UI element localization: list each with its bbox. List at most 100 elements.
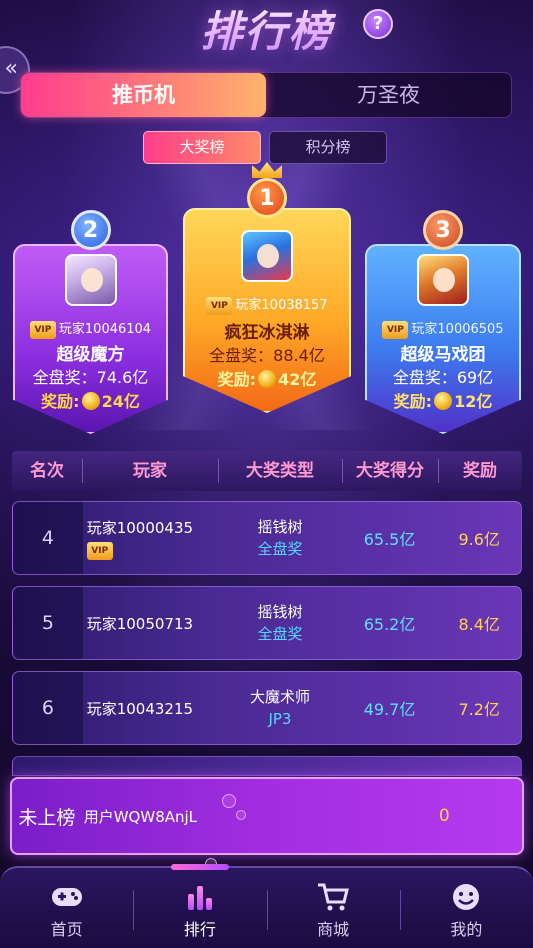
reward-text: 奖励: 24亿 (13, 388, 168, 413)
nav-home-label: 首页 (50, 920, 83, 939)
row-type-sub: 全盘奖 (257, 625, 303, 643)
rank-badge: 3 (423, 210, 463, 250)
reward-label: 奖励: (41, 392, 80, 411)
player-name: VIP 玩家10038157 (183, 294, 351, 315)
nav-profile[interactable]: 我的 (399, 868, 533, 948)
reward-label: 奖励: (393, 392, 433, 411)
my-user-name: 用户WQW8AnjL (83, 807, 198, 826)
player-name: VIP 玩家10006505 (365, 318, 521, 339)
game-tabs: 推币机 万圣夜 (20, 72, 512, 118)
tab-jackpot-board[interactable]: 大奖榜 (143, 131, 261, 164)
prize-text: 全盘奖：88.4亿 (209, 346, 325, 365)
avatar (64, 254, 117, 306)
bubble-decoration (222, 794, 236, 808)
reward-value: 42亿 (278, 370, 317, 389)
player-id: 玩家10006505 (411, 322, 504, 337)
row-type: 摇钱树 全盘奖 (218, 516, 342, 560)
cart-icon (316, 882, 350, 912)
nav-ranking-label: 排行 (183, 920, 216, 939)
my-rank-row[interactable]: 未上榜 用户WQW8AnjL 0 (10, 777, 524, 855)
machine-title: 超级魔方 (56, 345, 125, 365)
help-icon[interactable]: ? (363, 9, 393, 39)
row-score: 49.7亿 (363, 700, 416, 719)
header-jackpot-score: 大奖得分 (342, 451, 438, 491)
row-reward: 9.6亿 (458, 530, 500, 549)
avatar (417, 254, 469, 306)
row-type-name: 摇钱树 (257, 518, 303, 536)
avatar-face (257, 244, 279, 268)
row-player-name: 玩家10000435 (86, 518, 194, 537)
table-row-partial (12, 756, 522, 776)
table-row[interactable]: 6 玩家10043215 大魔术师 JP3 49.7亿 7.2亿 (12, 671, 522, 745)
nav-profile-label: 我的 (450, 920, 483, 939)
rank-badge: 1 (247, 178, 287, 218)
row-rank: 6 (13, 672, 83, 744)
podium-card-first[interactable]: 1 VIP 玩家10038157 疯狂冰淇淋 全盘奖：88.4亿 奖励: 42亿 (183, 162, 351, 413)
prize-text: 全盘奖：74.6亿 (32, 368, 149, 387)
nav-ranking[interactable]: 排行 (133, 864, 266, 948)
tab-halloween[interactable]: 万圣夜 (266, 73, 511, 117)
avatar-face (433, 268, 455, 292)
row-rank: 4 (13, 502, 83, 574)
vip-icon: VIP (29, 320, 56, 339)
avatar (241, 230, 293, 282)
row-type: 摇钱树 全盘奖 (218, 601, 342, 645)
machine-title: 疯狂冰淇淋 (224, 323, 310, 343)
row-type-sub: 全盘奖 (257, 540, 303, 558)
row-reward: 7.2亿 (458, 700, 500, 719)
row-type-name: 大魔术师 (249, 688, 310, 706)
my-rank-status: 未上榜 (18, 806, 76, 829)
row-player: 玩家10000435 VIP (83, 517, 218, 560)
tab-coin-pusher[interactable]: 推币机 (21, 73, 266, 117)
row-type: 大魔术师 JP3 (218, 686, 342, 730)
vip-icon: VIP (382, 320, 409, 339)
avatar-face (80, 268, 103, 292)
podium-card-second[interactable]: 2 VIP 玩家10046104 超级魔方 全盘奖：74.6亿 奖励: 24亿 (13, 210, 168, 434)
reward-text: 奖励: 42亿 (183, 366, 351, 391)
nav-shop[interactable]: 商城 (266, 868, 400, 948)
nav-shop-label: 商城 (317, 920, 350, 939)
coin-icon (81, 392, 100, 410)
my-reward: 0 (438, 806, 450, 826)
row-rank: 5 (13, 587, 83, 659)
page-title: 排行榜 (0, 4, 533, 60)
reward-text: 奖励: 12亿 (365, 388, 521, 413)
nav-home[interactable]: 首页 (0, 868, 133, 948)
active-indicator (171, 864, 230, 870)
reward-value: 24亿 (101, 392, 140, 411)
board-tabs: 大奖榜 积分榜 (143, 131, 387, 164)
row-score: 65.2亿 (363, 615, 416, 634)
player-id: 玩家10046104 (58, 322, 152, 337)
gamepad-icon (50, 882, 84, 912)
player-id: 玩家10038157 (235, 298, 328, 313)
bottom-nav: 首页 排行 商城 我的 (0, 864, 533, 948)
tab-points-board[interactable]: 积分榜 (269, 131, 387, 164)
reward-label: 奖励: (217, 370, 257, 389)
reward-value: 12亿 (454, 392, 493, 411)
header-player: 玩家 (82, 451, 218, 491)
row-player: 玩家10043215 (83, 698, 218, 719)
row-type-sub: JP3 (268, 710, 292, 728)
podium-card-third[interactable]: 3 VIP 玩家10006505 超级马戏团 全盘奖：69亿 奖励: 12亿 (365, 210, 521, 434)
vip-icon: VIP (206, 296, 233, 315)
coin-icon (434, 392, 453, 410)
bar-chart-icon (183, 882, 217, 912)
row-type-name: 摇钱树 (257, 603, 303, 621)
smiley-icon (449, 882, 483, 912)
row-score: 65.5亿 (363, 530, 416, 549)
row-player-name: 玩家10050713 (86, 614, 194, 633)
coin-icon (258, 370, 277, 388)
header-jackpot-type: 大奖类型 (218, 451, 342, 491)
header-reward: 奖励 (438, 451, 522, 491)
prize-text: 全盘奖：69亿 (392, 368, 494, 387)
header-rank: 名次 (30, 461, 64, 481)
row-reward: 8.4亿 (458, 615, 500, 634)
row-player: 玩家10050713 (83, 613, 218, 634)
table-row[interactable]: 4 玩家10000435 VIP 摇钱树 全盘奖 65.5亿 9.6亿 (12, 501, 522, 575)
rank-badge: 2 (70, 210, 111, 250)
player-name: VIP 玩家10046104 (13, 318, 168, 339)
bubble-decoration (236, 810, 246, 820)
table-header: 名次 玩家 大奖类型 大奖得分 奖励 (12, 451, 522, 491)
vip-icon: VIP (86, 541, 113, 560)
table-row[interactable]: 5 玩家10050713 摇钱树 全盘奖 65.2亿 8.4亿 (12, 586, 522, 660)
